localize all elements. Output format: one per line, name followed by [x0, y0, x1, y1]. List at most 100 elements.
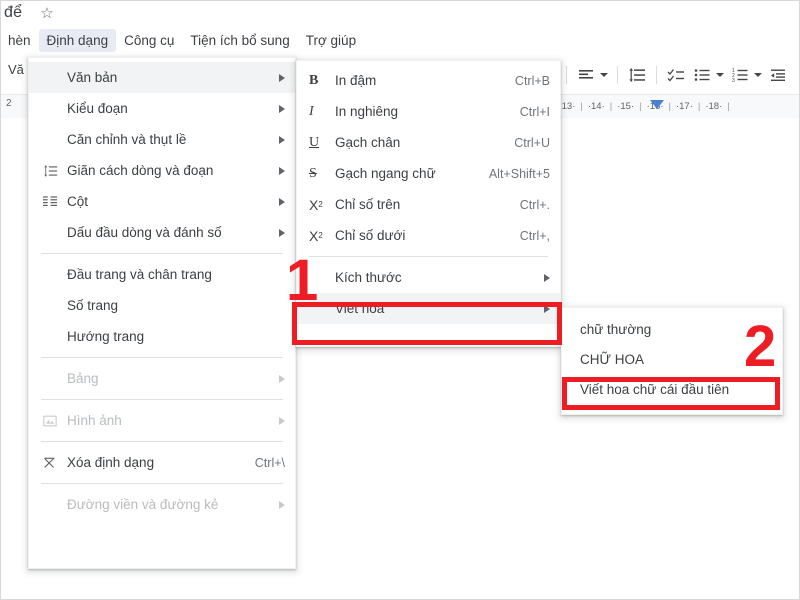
superscript-icon: X2 — [309, 196, 323, 213]
clear-formatting-icon — [43, 456, 67, 470]
menu-item-label: Giãn cách dòng và đoạn — [67, 163, 214, 178]
menu-item-huong-trang[interactable]: Hướng trang — [29, 321, 295, 352]
menu-item-label: Kích thước — [335, 270, 402, 285]
submenu-arrow-icon — [279, 500, 285, 509]
menu-item-label: Văn bản — [67, 70, 118, 85]
ruler-number: ·17· — [675, 100, 693, 112]
submenu-arrow-icon — [279, 73, 285, 82]
menu-item-viet-hoa[interactable]: Viết hoa — [297, 293, 560, 324]
menu-item-label: Hướng trang — [67, 329, 145, 344]
columns-icon — [43, 195, 67, 209]
menu-item-label: In nghiêng — [335, 104, 399, 119]
menu-item-label: Gạch chân — [335, 135, 401, 150]
menu-item-shortcut: Ctrl+. — [519, 197, 550, 212]
ruler-tick: | — [639, 100, 642, 112]
menu-item-uong-vien-va-uong-ke: Đường viền và đường kẻ — [29, 489, 295, 520]
menu-item-cot[interactable]: Cột — [29, 186, 295, 217]
menu-separator — [41, 441, 283, 442]
menu-item-shortcut: Ctrl+B — [514, 73, 550, 88]
menu-item-label: Dấu đầu dòng và đánh số — [67, 225, 222, 240]
format-menu[interactable]: Văn bản Kiểu đoạn Căn chỉnh và thụt lề Giãn… — [28, 57, 296, 569]
menu-item-au-trang-va-chan-trang[interactable]: Đầu trang và chân trang — [29, 259, 295, 290]
menu-item-shortcut: Alt+Shift+5 — [488, 166, 550, 181]
ruler-number: ·13· — [558, 100, 576, 112]
indent-marker-icon[interactable] — [650, 100, 664, 109]
menu-item-van-ban[interactable]: Văn bản — [29, 62, 295, 93]
toolbar-separator — [617, 66, 618, 84]
italic-icon: I — [309, 103, 314, 119]
align-dropdown-caret-icon[interactable] — [600, 73, 608, 77]
menu-item-chi-so-tren[interactable]: X 2 Chỉ số trên Ctrl+. — [297, 189, 560, 220]
bold-icon: B — [309, 72, 319, 88]
menu-separator — [309, 256, 548, 257]
menu-item-label: Xóa định dạng — [67, 455, 155, 470]
submenu-arrow-icon — [279, 374, 285, 383]
align-left-icon[interactable] — [573, 62, 599, 88]
ruler-tick: | — [668, 100, 671, 112]
submenu-arrow-icon — [279, 197, 285, 206]
line-spacing-icon — [43, 164, 67, 178]
star-icon[interactable]: ☆ — [40, 6, 53, 21]
subscript-icon: X2 — [309, 227, 323, 244]
menu-item-chi-so-duoi[interactable]: X 2 Chỉ số dưới Ctrl+, — [297, 220, 560, 251]
menu-item-shortcut: Ctrl+\ — [254, 455, 285, 470]
submenu-arrow-icon — [279, 228, 285, 237]
menu-item-in-am[interactable]: B In đậm Ctrl+B — [297, 65, 560, 96]
strikethrough-icon: S — [309, 165, 317, 181]
menu-item-label: Gạch ngang chữ — [335, 166, 436, 181]
menu-item-tiện-ích-bổ-sung[interactable]: Tiện ích bổ sung — [182, 29, 297, 52]
menu-item-label: Bảng — [67, 371, 99, 386]
menu-item-label: Kiểu đoạn — [67, 101, 128, 116]
line-spacing-icon[interactable] — [624, 62, 650, 88]
google-docs-format-menu-screen: để ☆ hèn Định dạng Công cụ Tiện ích bổ sung… — [0, 0, 800, 600]
submenu-arrow-icon — [279, 416, 285, 425]
menu-item-gach-chan[interactable]: U Gạch chân Ctrl+U — [297, 127, 560, 158]
menu-item-shortcut: Ctrl+U — [514, 135, 550, 150]
menu-item-label: Chỉ số trên — [335, 197, 401, 212]
menu-item-công-cụ[interactable]: Công cụ — [116, 29, 182, 52]
menu-item-gian-cach-dong-va-oan[interactable]: Giãn cách dòng và đoạn — [29, 155, 295, 186]
submenu-arrow-icon — [279, 135, 285, 144]
annotation-step-1: 1 — [286, 248, 319, 313]
ruler-number: ·18· — [705, 100, 723, 112]
menu-item-label: Căn chỉnh và thụt lề — [67, 132, 187, 147]
document-title[interactable]: để — [0, 4, 22, 22]
menu-item-so-trang[interactable]: Số trang — [29, 290, 295, 321]
text-submenu[interactable]: B In đậm Ctrl+B I In nghiêng Ctrl+I U Gạch chân… — [296, 60, 561, 347]
menu-item-định-dạng[interactable]: Định dạng — [38, 29, 117, 52]
menu-item-dau-au-dong-va-anh-so[interactable]: Dấu đầu dòng và đánh số — [29, 217, 295, 248]
submenu-arrow-icon — [279, 104, 285, 113]
toolbar-icon-group: 123 — [548, 60, 791, 90]
menu-item-shortcut: Ctrl+, — [519, 228, 550, 243]
ruler-number: ·14· — [587, 100, 605, 112]
menu-item-label: Chỉ số dưới — [335, 228, 406, 243]
checklist-icon[interactable] — [663, 62, 689, 88]
menu-item-xoa-inh-dang[interactable]: Xóa định dạng Ctrl+\ — [29, 447, 295, 478]
menu-item-kieu-oan[interactable]: Kiểu đoạn — [29, 93, 295, 124]
menu-bar: hèn Định dạng Công cụ Tiện ích bổ sung Trợ g… — [0, 27, 800, 54]
menu-item-label: Số trang — [67, 298, 119, 313]
menu-item-in-nghieng[interactable]: I In nghiêng Ctrl+I — [297, 96, 560, 127]
menu-item-label: Đầu trang và chân trang — [67, 267, 212, 282]
ruler-tick: | — [727, 100, 730, 112]
menu-item-can-chinh-va-thut-le[interactable]: Căn chỉnh và thụt lề — [29, 124, 295, 155]
menu-item-label: Cột — [67, 194, 89, 209]
menu-item-gach-ngang-chu[interactable]: S Gạch ngang chữ Alt+Shift+5 — [297, 158, 560, 189]
decrease-indent-icon[interactable] — [765, 62, 791, 88]
menu-separator — [41, 253, 283, 254]
ruler-tick: | — [609, 100, 613, 112]
menu-separator — [41, 399, 283, 400]
menu-item-kich-thuoc[interactable]: Kích thước — [297, 262, 560, 293]
numbered-list-icon[interactable]: 123 — [727, 62, 753, 88]
ruler-number: ·15· — [617, 100, 635, 112]
submenu-arrow-icon — [279, 166, 285, 175]
menu-item-trợ-giúp[interactable]: Trợ giúp — [298, 29, 364, 52]
bulleted-list-caret-icon[interactable] — [716, 73, 724, 77]
underline-icon: U — [309, 134, 320, 150]
menu-item-label: Viết hoa — [335, 301, 385, 316]
numbered-list-caret-icon[interactable] — [754, 73, 762, 77]
ruler-tick: | — [697, 100, 701, 112]
menu-item-label: In đậm — [335, 73, 377, 88]
menu-item-hèn[interactable]: hèn — [0, 29, 39, 52]
bulleted-list-icon[interactable] — [689, 62, 715, 88]
